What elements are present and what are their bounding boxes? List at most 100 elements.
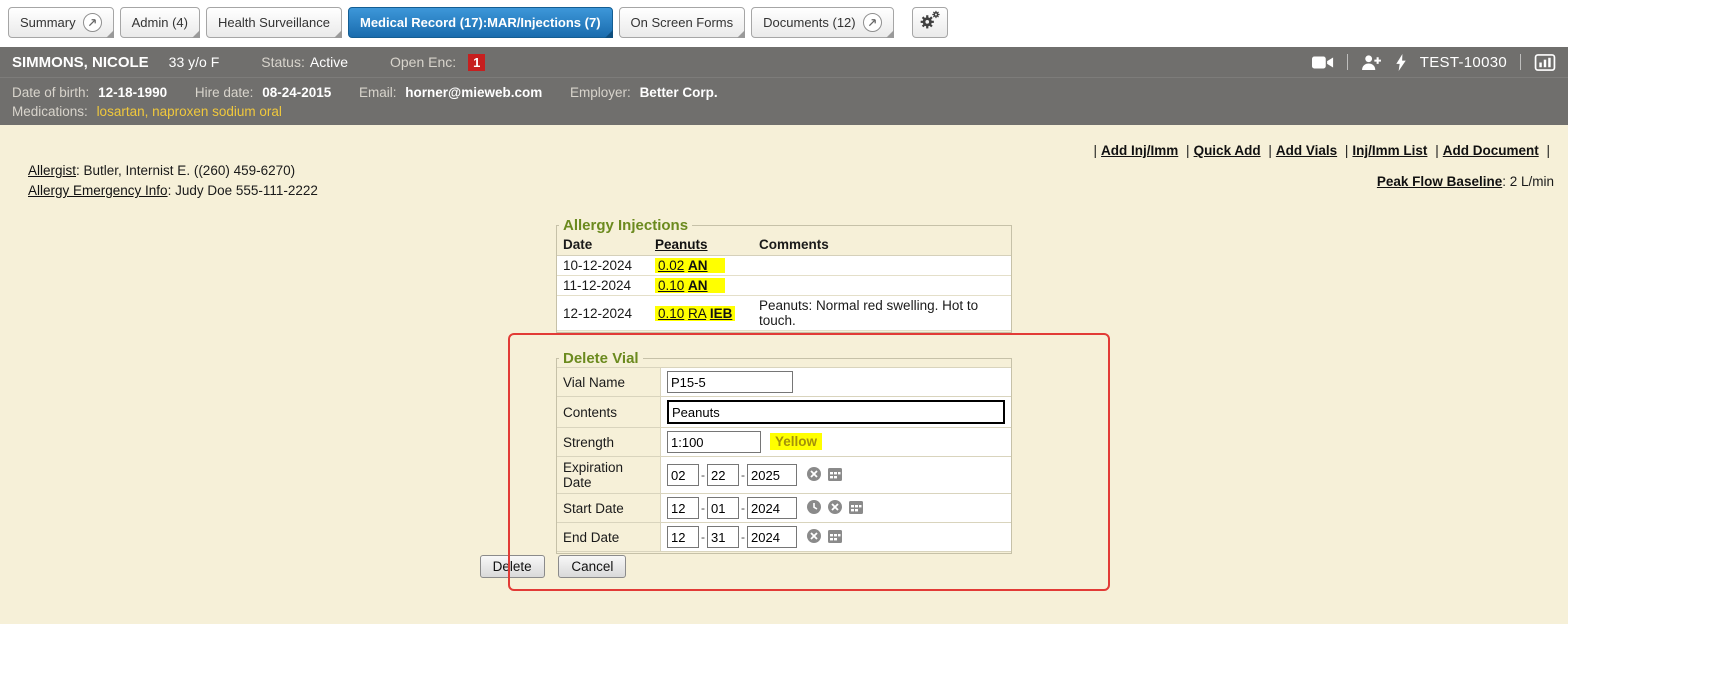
date-separator: - [741,530,745,544]
reaction-text: RA [688,306,706,321]
medications-label: Medications: [12,104,88,119]
end-year-input[interactable] [747,526,797,548]
tab-label: Medical Record (17):MAR/Injections (7) [360,15,601,30]
dose-highlight: 0.10 AN [655,278,725,293]
patient-age-sex: 33 y/o F [169,54,220,70]
time-icon[interactable] [806,503,822,518]
patient-header-bar: SIMMONS, NICOLE 33 y/o F Status: Active … [0,47,1568,77]
strength-color-tag: Yellow [770,433,822,450]
injection-date: 12-12-2024 [557,296,649,331]
start-month-input[interactable] [667,497,699,519]
separator: | [1268,143,1272,158]
clear-icon[interactable] [806,470,822,485]
tab-admin[interactable]: Admin (4) [120,7,200,38]
gears-icon [919,9,941,36]
tab-label: On Screen Forms [631,15,734,30]
link-quick-add[interactable]: Quick Add [1194,143,1261,158]
form-buttons: Delete Cancel [0,555,1106,578]
allergy-emergency-value: : Judy Doe 555-111-2222 [168,183,318,198]
date-separator: - [701,468,705,482]
status-value: Active [310,54,348,70]
dose-link[interactable]: 0.10 [658,306,684,321]
calendar-icon[interactable] [827,532,843,547]
clear-icon[interactable] [806,532,822,547]
injection-code-link[interactable]: AN [688,278,708,293]
tab-label: Documents (12) [763,15,855,30]
allergist-link[interactable]: Allergist [28,163,76,178]
field-label: Start Date [557,494,661,523]
injection-code-link[interactable]: IEB [710,306,733,321]
date-separator: - [741,468,745,482]
field-label: Vial Name [557,368,661,397]
tab-summary[interactable]: Summary [8,7,114,38]
bar-chart-icon[interactable] [1534,54,1556,71]
delete-vial-panel: Delete Vial Vial Name Contents Strength … [556,350,1012,554]
tab-on-screen-forms[interactable]: On Screen Forms [619,7,746,38]
vial-name-input[interactable] [667,371,793,393]
start-day-input[interactable] [707,497,739,519]
strength-input[interactable] [667,431,761,453]
link-inj-imm-list[interactable]: Inj/Imm List [1352,143,1427,158]
dose-link[interactable]: 0.10 [658,278,684,293]
start-year-input[interactable] [747,497,797,519]
link-add-inj-imm[interactable]: Add Inj/Imm [1101,143,1178,158]
popout-icon[interactable] [863,13,882,32]
injection-dose-cell: 0.10 AN [649,276,753,296]
video-camera-icon[interactable] [1312,55,1334,70]
injection-dose-cell: 0.02 AN [649,256,753,276]
patient-id: TEST-10030 [1420,54,1507,71]
main-content: |Add Inj/Imm |Quick Add |Add Vials |Inj/… [0,125,1568,624]
column-substance-link[interactable]: Peanuts [655,237,708,252]
clear-icon[interactable] [827,503,843,518]
injection-row: 10-12-2024 0.02 AN [557,256,1011,276]
end-day-input[interactable] [707,526,739,548]
field-label: Contents [557,397,661,428]
injection-comments: Peanuts: Normal red swelling. Hot to tou… [753,296,1011,331]
end-month-input[interactable] [667,526,699,548]
separator: | [1546,143,1550,158]
lightning-icon[interactable] [1395,54,1407,71]
popout-icon[interactable] [83,13,102,32]
expiration-day-input[interactable] [707,464,739,486]
action-links: |Add Inj/Imm |Quick Add |Add Vials |Inj/… [1090,143,1554,158]
medication-link[interactable]: losartan [97,104,145,119]
dose-link[interactable]: 0.02 [658,258,684,273]
patient-name: SIMMONS, NICOLE [12,54,149,71]
injection-code-link[interactable]: AN [688,258,708,273]
hire-date-value: 08-24-2015 [262,85,331,100]
divider [1347,54,1348,70]
medication-link[interactable]: naproxen sodium oral [152,104,282,119]
contents-input[interactable] [667,400,1005,424]
date-separator: - [741,501,745,515]
link-peak-flow-baseline[interactable]: Peak Flow Baseline [1377,174,1502,189]
injection-dose-cell: 0.10 RA IEB [649,296,753,331]
separator: | [1345,143,1349,158]
link-add-document[interactable]: Add Document [1443,143,1539,158]
date-separator: - [701,501,705,515]
settings-gear-button[interactable] [912,7,948,38]
cancel-button[interactable]: Cancel [558,555,626,578]
tab-label: Health Surveillance [218,15,330,30]
allergy-emergency-link[interactable]: Allergy Emergency Info [28,183,168,198]
calendar-icon[interactable] [848,503,864,518]
add-person-icon[interactable] [1361,54,1382,71]
email-label: Email: [359,85,397,100]
field-label: Expiration Date [557,457,661,494]
delete-button[interactable]: Delete [480,555,545,578]
open-enc-badge[interactable]: 1 [468,54,485,71]
dose-highlight: 0.02 AN [655,258,725,273]
medication-separator: , [145,104,153,119]
app-window: Summary Admin (4) Health Surveillance Me… [0,0,1568,624]
expiration-year-input[interactable] [747,464,797,486]
status-label: Status: [261,54,305,70]
tab-label: Admin (4) [132,15,188,30]
tab-documents[interactable]: Documents (12) [751,7,893,38]
link-add-vials[interactable]: Add Vials [1276,143,1337,158]
calendar-icon[interactable] [827,470,843,485]
tab-medical-record[interactable]: Medical Record (17):MAR/Injections (7) [348,7,613,38]
email-value: horner@mieweb.com [405,85,542,100]
employer-value: Better Corp. [640,85,718,100]
injection-row: 11-12-2024 0.10 AN [557,276,1011,296]
expiration-month-input[interactable] [667,464,699,486]
tab-health-surveillance[interactable]: Health Surveillance [206,7,342,38]
